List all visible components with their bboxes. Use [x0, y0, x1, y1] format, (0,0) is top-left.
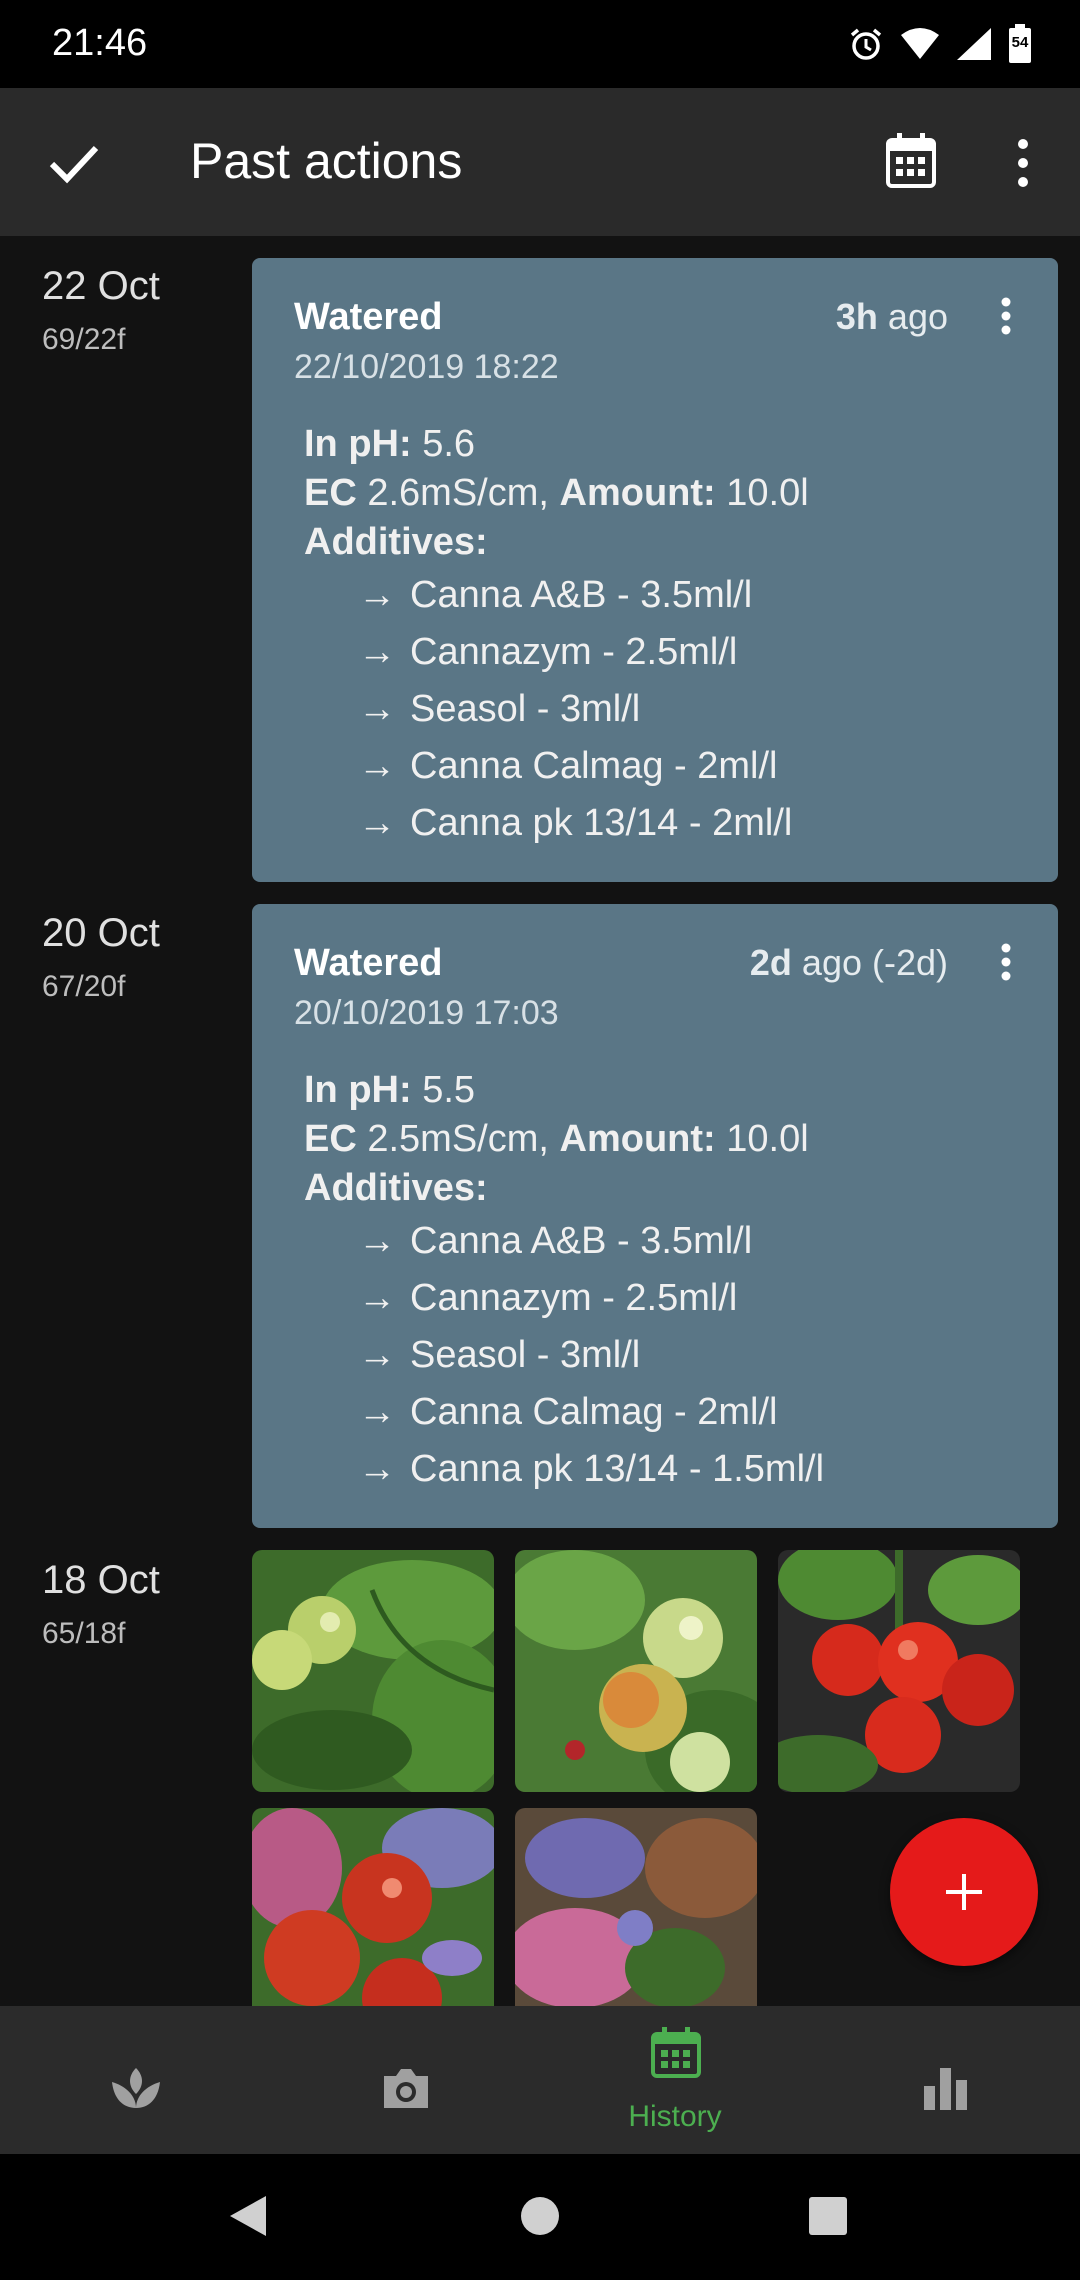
additive-item: → Seasol - 3ml/l [358, 1334, 641, 1376]
day-temp: 67/20f [42, 970, 126, 1003]
flowers-photo[interactable] [515, 1808, 757, 2006]
nav-item-camera[interactable] [270, 2006, 540, 2154]
additive-item: → Canna pk 13/14 - 2ml/l [358, 802, 793, 844]
card-ago: 3h ago [835, 296, 948, 337]
additive-item: → Seasol - 3ml/l [358, 688, 641, 730]
ec-amount-row: EC 2.6mS/cm, Amount: 10.0l [304, 472, 809, 514]
ph-row: In pH: 5.6 [304, 423, 476, 465]
plus-icon [946, 1874, 982, 1910]
ph-row: In pH: 5.5 [304, 1069, 476, 1111]
additives-label: Additives: [304, 521, 488, 563]
red-tomatoes-photo[interactable] [778, 1550, 1020, 1792]
alarm-icon [848, 26, 884, 62]
card-title: Watered [294, 296, 443, 338]
ripening-tomatoes-photo[interactable] [515, 1550, 757, 1792]
history-list[interactable]: 22 Oct 69/22f Watered 3h ago 22/10/2019 … [0, 236, 1080, 2006]
watering-card[interactable]: Watered 2d ago (-2d) 20/10/2019 17:03 In… [252, 904, 1058, 1528]
card-timestamp: 22/10/2019 18:22 [294, 348, 559, 386]
nav-label-history: History [628, 2100, 722, 2133]
app-bar: Past actions [0, 88, 1080, 236]
additive-item: → Cannazym - 2.5ml/l [358, 631, 738, 673]
additive-item: → Canna Calmag - 2ml/l [358, 1391, 778, 1433]
day-label: 20 Oct 67/20f [42, 911, 160, 1004]
day-label: 22 Oct 69/22f [42, 264, 160, 357]
card-more-icon[interactable] [1000, 296, 1012, 336]
card-ago: 2d ago (-2d) [749, 942, 948, 983]
card-title: Watered [294, 942, 443, 984]
additive-item: → Canna pk 13/14 - 1.5ml/l [358, 1448, 825, 1490]
more-vert-icon[interactable] [1008, 138, 1038, 188]
status-icons: 54 [848, 22, 1032, 66]
additive-item: → Canna A&B - 3.5ml/l [358, 1220, 753, 1262]
additives-label: Additives: [304, 1167, 488, 1209]
ec-amount-row: EC 2.5mS/cm, Amount: 10.0l [304, 1118, 809, 1160]
camera-icon [384, 2069, 428, 2108]
day-date: 20 Oct [42, 911, 160, 955]
status-bar: 21:46 54 [0, 0, 1080, 88]
nav-item-stats[interactable] [810, 2006, 1080, 2154]
recents-icon[interactable] [808, 2196, 848, 2236]
tomato-flowers-photo[interactable] [252, 1808, 494, 2006]
nav-item-plants[interactable] [0, 2006, 270, 2154]
calendar-icon[interactable] [886, 132, 936, 188]
watering-card[interactable]: Watered 3h ago 22/10/2019 18:22 In pH: 5… [252, 258, 1058, 882]
card-timestamp: 20/10/2019 17:03 [294, 994, 559, 1032]
day-label: 18 Oct 65/18f [42, 1558, 160, 1651]
day-temp: 65/18f [42, 1617, 126, 1650]
day-temp: 69/22f [42, 323, 126, 356]
additive-item: → Canna Calmag - 2ml/l [358, 745, 778, 787]
system-nav-bar [0, 2154, 1080, 2280]
bottom-nav: History [0, 2006, 1080, 2154]
card-more-icon[interactable] [1000, 942, 1012, 982]
day-date: 22 Oct [42, 264, 160, 308]
battery-icon: 54 [1008, 24, 1032, 64]
signal-icon [956, 27, 992, 61]
card-details: In pH: 5.6 EC 2.6mS/cm, Amount: 10.0l Ad… [304, 420, 809, 852]
status-time: 21:46 [52, 22, 148, 64]
home-icon[interactable] [520, 2196, 560, 2236]
battery-level: 54 [1011, 34, 1029, 51]
wifi-icon [900, 27, 940, 61]
day-date: 18 Oct [42, 1558, 160, 1602]
check-icon[interactable] [44, 134, 104, 194]
plant-icon [112, 2068, 160, 2108]
green-tomatoes-photo[interactable] [252, 1550, 494, 1792]
nav-item-history[interactable]: History [540, 2006, 810, 2154]
card-details: In pH: 5.5 EC 2.5mS/cm, Amount: 10.0l Ad… [304, 1066, 824, 1498]
page-title: Past actions [190, 133, 463, 189]
additive-item: → Canna A&B - 3.5ml/l [358, 574, 753, 616]
add-action-button[interactable] [890, 1818, 1038, 1966]
bar-chart-icon [924, 2068, 967, 2110]
calendar-icon [651, 2027, 701, 2078]
additive-item: → Cannazym - 2.5ml/l [358, 1277, 738, 1319]
back-icon[interactable] [228, 2194, 268, 2238]
